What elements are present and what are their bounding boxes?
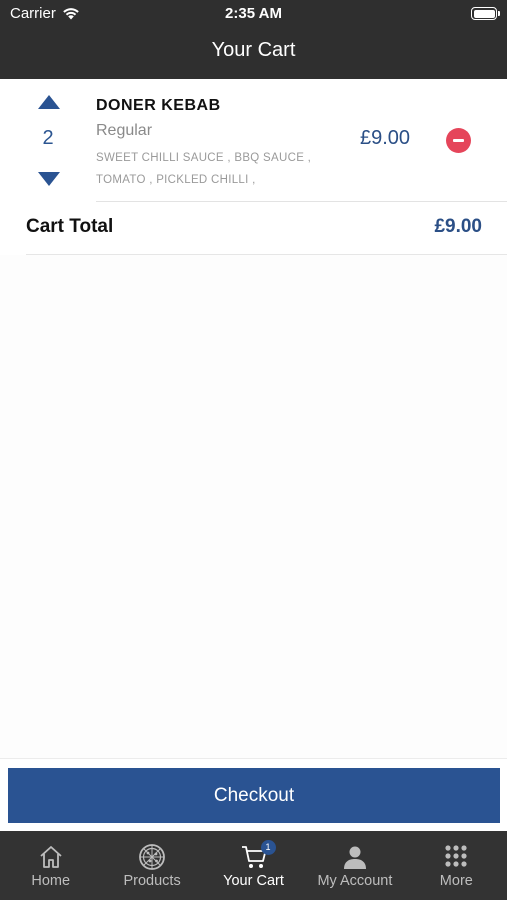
grid-icon: [445, 845, 467, 867]
item-size: Regular: [96, 122, 153, 139]
tab-label: My Account: [317, 873, 393, 889]
status-time: 2:35 AM: [225, 5, 282, 22]
app-header: Carrier 2:35 AM Your Cart: [0, 0, 507, 79]
item-options: SWEET CHILLI SAUCE , BBQ SAUCE , TOMATO …: [96, 147, 346, 191]
tab-products[interactable]: Products: [101, 831, 202, 900]
battery-level: [473, 9, 495, 18]
quantity-value: 2: [42, 127, 54, 149]
quantity-decrease-icon[interactable]: [38, 172, 60, 186]
pizza-icon: [139, 844, 166, 870]
item-price: £9.00: [359, 127, 411, 149]
cart-count-badge: 1: [260, 840, 276, 855]
cart-empty-area: [0, 255, 507, 758]
battery-icon: [471, 7, 500, 20]
tab-label: More: [439, 873, 473, 889]
quantity-increase-icon[interactable]: [38, 95, 60, 109]
tab-home[interactable]: Home: [0, 831, 101, 900]
item-options-line: SWEET CHILLI SAUCE , BBQ SAUCE ,: [96, 152, 312, 164]
tab-label: Products: [123, 873, 181, 889]
status-bar: Carrier 2:35 AM: [0, 0, 507, 28]
cart-total-label: Cart Total: [26, 216, 114, 237]
item-name: DONER KEBAB: [96, 97, 221, 114]
home-icon: [40, 846, 62, 868]
tab-label: Home: [31, 873, 71, 889]
page-title: Your Cart: [211, 39, 296, 61]
cart-item: 2 DONER KEBAB Regular SWEET CHILLI SAUCE…: [0, 79, 507, 201]
divider: [96, 201, 507, 202]
tab-bar: Home Products 1 Your Cart My Account Mor…: [0, 831, 507, 900]
tab-label: Your Cart: [223, 873, 284, 889]
tab-your-cart[interactable]: 1 Your Cart: [203, 831, 304, 900]
item-options-line: TOMATO , PICKLED CHILLI ,: [96, 174, 256, 186]
checkout-button[interactable]: Checkout: [8, 768, 500, 823]
tab-more[interactable]: More: [406, 831, 507, 900]
checkout-bar: Checkout: [0, 758, 507, 831]
user-icon: [343, 846, 366, 869]
cart-total-value: £9.00: [434, 216, 482, 237]
cart-icon-wrapper: 1: [240, 840, 276, 871]
tab-my-account[interactable]: My Account: [304, 831, 405, 900]
remove-item-button[interactable]: [446, 128, 471, 153]
